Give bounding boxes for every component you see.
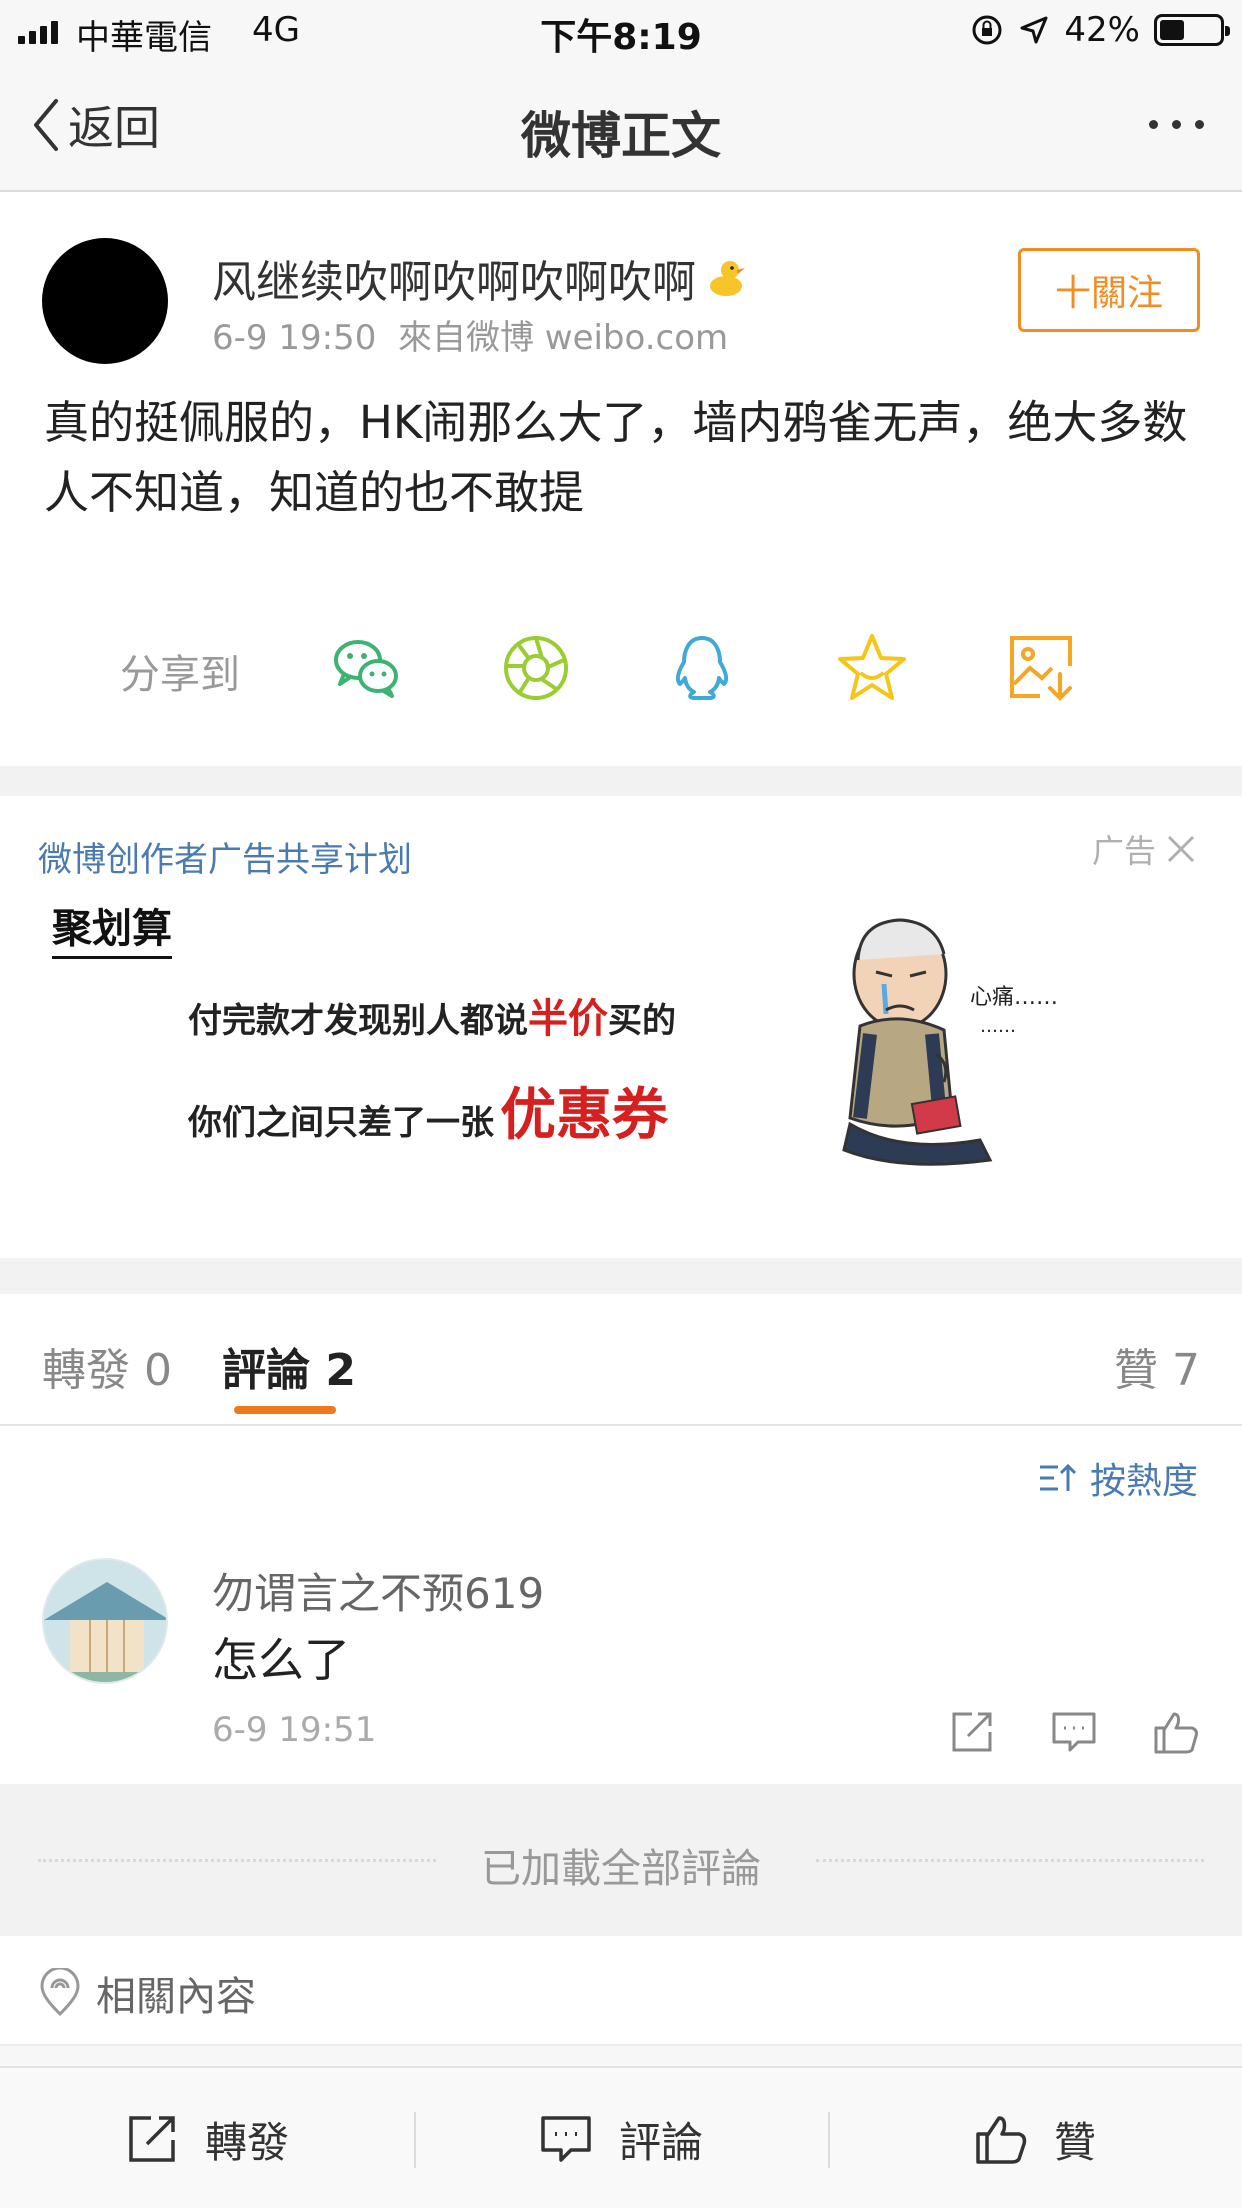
commenter-name[interactable]: 勿谓言之不预619	[212, 1560, 544, 1621]
battery-icon	[1154, 14, 1230, 46]
comment-item: 勿谓言之不预619 怎么了 6-9 19:51	[0, 1530, 1242, 1784]
more-dot-icon	[1195, 120, 1204, 129]
comment-label: 評論	[618, 2117, 703, 2167]
page-title: 微博正文	[521, 107, 721, 165]
interaction-tabs: 轉發 0 評論 2 贊 7	[0, 1294, 1242, 1426]
tab-count: 0	[144, 1345, 172, 1396]
commenter-avatar[interactable]	[42, 1558, 168, 1684]
author-avatar[interactable]	[42, 238, 168, 364]
related-label: 相關內容	[96, 1974, 256, 2020]
status-right: 42%	[970, 10, 1230, 50]
battery-percent: 42%	[1064, 10, 1140, 50]
tab-label: 轉發	[42, 1345, 130, 1396]
thumbs-up-icon	[976, 2116, 1027, 2164]
location-arrow-icon	[1020, 16, 1048, 44]
all-comments-loaded: 已加載全部評論	[0, 1784, 1242, 1936]
crying-man-illustration: 心痛…… ……	[842, 918, 1058, 1166]
sort-icon	[1039, 1463, 1077, 1491]
section-divider	[0, 766, 1242, 796]
share-label: 分享到	[120, 652, 240, 698]
favorite-star-icon[interactable]	[834, 630, 910, 706]
comment-time: 6-9 19:51	[212, 1710, 377, 1750]
ad-card[interactable]: 微博创作者广告共享计划 广告 聚划算 付完款才发现别人都说半价买的 你们之间只差…	[0, 796, 1242, 1258]
dotted-divider	[816, 1859, 1204, 1862]
ad-highlight: 半价	[528, 996, 608, 1042]
author-name-row[interactable]: 风继续吹啊吹啊吹啊吹啊	[212, 246, 748, 310]
related-content[interactable]: 相關內容	[0, 1936, 1242, 2046]
post-card: 风继续吹啊吹啊吹啊吹啊 6-9 19:50 來自微博 weibo.com 十關注…	[0, 192, 1242, 766]
comment-reply-button[interactable]	[1050, 1708, 1098, 1756]
more-dot-icon	[1172, 120, 1181, 129]
more-options-button[interactable]	[1149, 120, 1204, 129]
sort-by-hot-button[interactable]: 按熱度	[1038, 1452, 1198, 1504]
post-source: 來自微博 weibo.com	[397, 318, 729, 358]
bottom-toolbar: 轉發 評論 贊	[0, 2066, 1242, 2208]
loaded-all-text: 已加載全部評論	[481, 1846, 761, 1892]
location-pin-icon	[40, 1968, 80, 2016]
comment-repost-button[interactable]	[948, 1708, 996, 1756]
repost-icon	[129, 2116, 175, 2162]
ad-tag-label: 广告	[1091, 832, 1156, 870]
ad-headline-1: 付完款才发现别人都说半价买的	[188, 986, 676, 1044]
author-name: 风继续吹啊吹啊吹啊吹啊	[212, 257, 696, 308]
sort-label: 按熱度	[1089, 1461, 1198, 1502]
repost-icon	[952, 1712, 992, 1752]
duck-emoji-icon	[710, 261, 745, 296]
close-icon[interactable]	[1166, 834, 1196, 864]
tab-repost[interactable]: 轉發 0	[42, 1334, 172, 1398]
moments-icon[interactable]	[498, 630, 574, 706]
post-text: 真的挺佩服的，HK闹那么大了，墙内鸦雀无声，绝大多数人不知道，知道的也不敢提	[44, 396, 1188, 519]
ad-plan-label[interactable]: 微博创作者广告共享计划	[38, 832, 412, 881]
tab-count: 7	[1172, 1345, 1200, 1396]
comment-actions	[948, 1708, 1200, 1756]
ad-tag[interactable]: 广告	[1092, 826, 1196, 872]
ad-headline-2: 你们之间只差了一张 优惠券	[188, 1070, 668, 1151]
orientation-lock-icon	[972, 15, 1002, 45]
post-meta: 6-9 19:50 來自微博 weibo.com	[212, 310, 728, 359]
status-bar: 中華電信 4G 下午8:19 42%	[0, 0, 1242, 62]
nav-bar: 返回 微博正文	[0, 62, 1242, 192]
tab-likes[interactable]: 贊 7	[1114, 1334, 1200, 1398]
tab-count: 2	[325, 1345, 356, 1396]
section-divider	[0, 1258, 1242, 1294]
ad-text: 买的	[608, 1001, 676, 1041]
ad-text: 你们之间只差了一张	[188, 1103, 494, 1143]
tab-label: 評論	[222, 1345, 310, 1396]
follow-button[interactable]: 十關注	[1018, 248, 1200, 332]
ad-brand-logo: 聚划算	[52, 896, 172, 959]
comment-icon	[1052, 1712, 1096, 1752]
comment-like-button[interactable]	[1152, 1708, 1200, 1756]
ad-illus-caption: 心痛……	[970, 985, 1058, 1010]
tab-comments[interactable]: 評論 2	[222, 1334, 356, 1398]
share-row: 分享到	[0, 612, 1242, 722]
qq-icon[interactable]	[664, 630, 740, 706]
ad-text: 付完款才发现别人都说	[188, 1001, 528, 1041]
save-image-icon[interactable]	[1004, 630, 1080, 706]
section-divider	[0, 2046, 1242, 2066]
comment-text: 怎么了	[212, 1633, 350, 1687]
wechat-icon[interactable]	[328, 630, 404, 706]
comment-button[interactable]: 評論	[414, 2068, 828, 2208]
ad-illus-caption: ……	[980, 1016, 1016, 1037]
tab-label: 贊	[1114, 1345, 1158, 1396]
repost-button[interactable]: 轉發	[0, 2068, 414, 2208]
ad-highlight: 优惠券	[500, 1083, 668, 1148]
more-dot-icon	[1149, 120, 1158, 129]
active-tab-indicator	[234, 1406, 336, 1414]
like-label: 贊	[1053, 2117, 1096, 2167]
house-avatar-image	[44, 1560, 166, 1682]
thumbs-up-icon	[1154, 1712, 1198, 1754]
repost-label: 轉發	[204, 2117, 289, 2167]
comment-icon	[541, 2116, 591, 2162]
like-button[interactable]: 贊	[828, 2068, 1242, 2208]
post-time: 6-9 19:50	[212, 318, 377, 358]
